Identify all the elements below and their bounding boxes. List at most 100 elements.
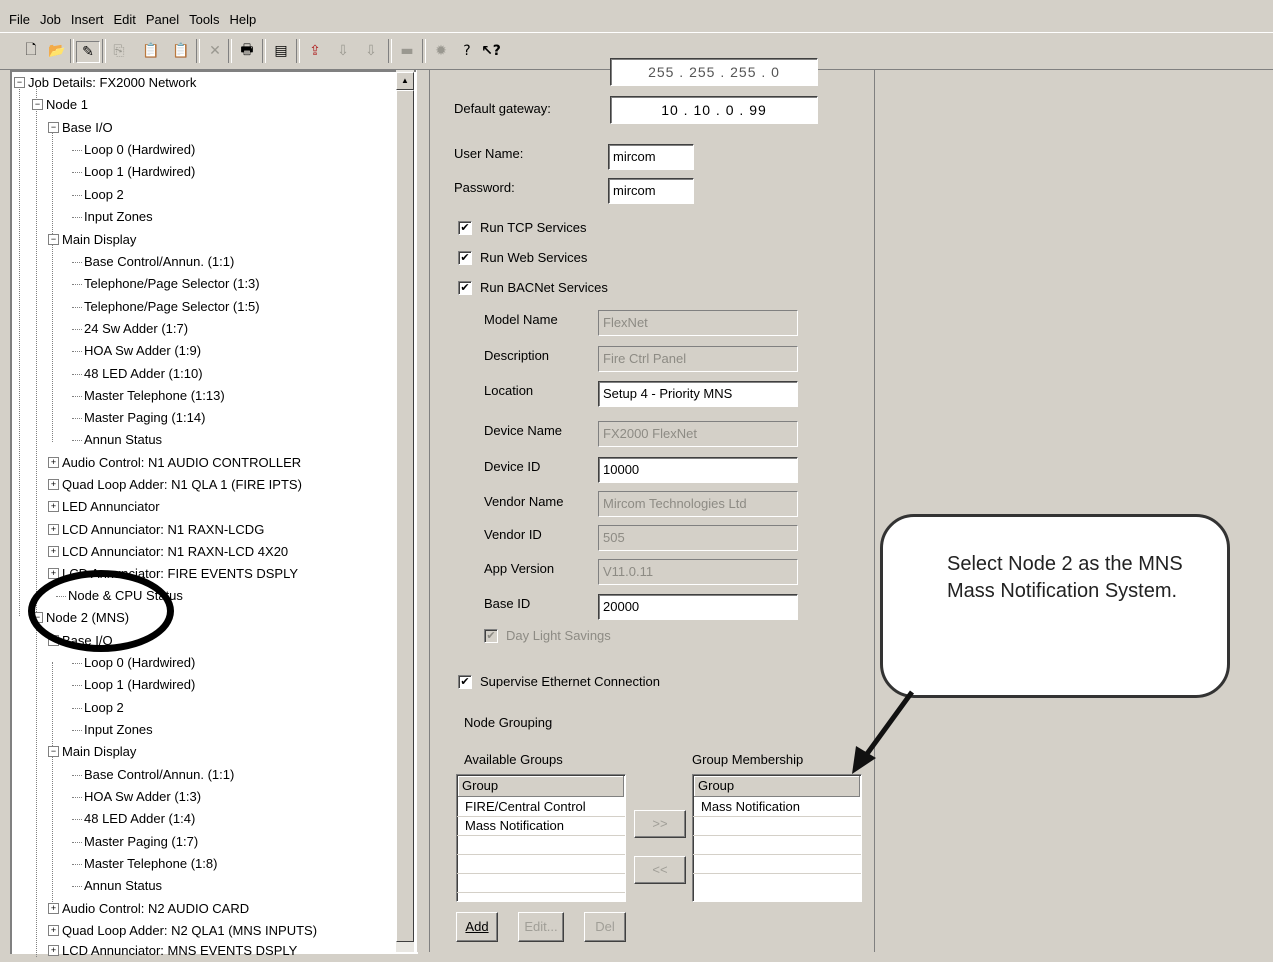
- tree-leaf[interactable]: HOA Sw Adder (1:9): [72, 340, 201, 362]
- scroll-up-icon[interactable]: ▲: [396, 72, 414, 90]
- panel-splitter[interactable]: [416, 70, 430, 952]
- group-membership-list[interactable]: Group Mass Notification: [692, 774, 862, 902]
- tree-root[interactable]: − Job Details: FX2000 Network: [14, 72, 196, 94]
- collapse-icon[interactable]: −: [48, 234, 59, 246]
- subnet-mask-field[interactable]: 255 . 255 . 255 . 0: [610, 58, 818, 86]
- tcp-services-checkbox[interactable]: ✔ Run TCP Services: [458, 220, 586, 235]
- add-group-button[interactable]: Add: [456, 912, 498, 942]
- tree-leaf[interactable]: Annun Status: [72, 875, 162, 897]
- tree-leaf[interactable]: Input Zones: [72, 719, 153, 741]
- bacnet-services-checkbox[interactable]: ✔ Run BACNet Services: [458, 280, 608, 295]
- expand-icon[interactable]: +: [48, 457, 59, 469]
- tree-leaf[interactable]: Telephone/Page Selector (1:3): [72, 273, 260, 295]
- scroll-thumb[interactable]: [396, 90, 414, 942]
- edit-icon[interactable]: ✎: [76, 41, 100, 63]
- available-groups-list[interactable]: Group FIRE/Central Control Mass Notifica…: [456, 774, 626, 902]
- tree-led-annunciator[interactable]: + LED Annunciator: [48, 496, 160, 518]
- properties-icon[interactable]: ▤: [270, 41, 292, 61]
- web-services-checkbox[interactable]: ✔ Run Web Services: [458, 250, 587, 265]
- expand-icon[interactable]: +: [48, 945, 59, 957]
- expand-icon[interactable]: +: [48, 925, 59, 937]
- list-item[interactable]: Mass Notification: [693, 798, 861, 817]
- tree-lcd-annunciator[interactable]: + LCD Annunciator: MNS EVENTS DSPLY: [48, 940, 297, 962]
- tree-node-1[interactable]: − Node 1: [32, 94, 88, 116]
- move-left-button[interactable]: <<: [634, 856, 686, 884]
- tree-leaf[interactable]: Loop 0 (Hardwired): [72, 652, 195, 674]
- tree-leaf[interactable]: Loop 1 (Hardwired): [72, 161, 195, 183]
- tree-leaf[interactable]: Master Telephone (1:13): [72, 385, 225, 407]
- paste-icon[interactable]: 📋: [140, 41, 162, 61]
- tree-leaf[interactable]: 48 LED Adder (1:10): [72, 363, 203, 385]
- move-right-button[interactable]: >>: [634, 810, 686, 838]
- download-all-icon[interactable]: ⇩: [360, 41, 382, 61]
- edit-group-button[interactable]: Edit...: [518, 912, 564, 942]
- location-field[interactable]: Setup 4 - Priority MNS: [598, 381, 798, 407]
- menu-file[interactable]: File: [4, 12, 35, 27]
- tree-leaf[interactable]: Master Paging (1:14): [72, 407, 205, 429]
- gateway-field[interactable]: 10 . 10 . 0 . 99: [610, 96, 818, 124]
- tree-leaf[interactable]: Base Control/Annun. (1:1): [72, 251, 234, 273]
- paste-special-icon[interactable]: 📋: [170, 41, 192, 61]
- collapse-icon[interactable]: −: [32, 99, 43, 111]
- collapse-icon[interactable]: −: [48, 122, 59, 134]
- settings-icon[interactable]: ✹: [430, 41, 452, 61]
- username-field[interactable]: mircom: [608, 144, 694, 170]
- open-icon[interactable]: 📂: [46, 41, 68, 61]
- delete-icon[interactable]: ✕: [204, 41, 226, 61]
- delete-group-button[interactable]: Del: [584, 912, 626, 942]
- tree-lcd-annunciator[interactable]: + LCD Annunciator: N1 RAXN-LCDG: [48, 519, 264, 541]
- tree-quad-loop[interactable]: + Quad Loop Adder: N1 QLA 1 (FIRE IPTS): [48, 474, 302, 496]
- tree-main-display[interactable]: − Main Display: [48, 741, 136, 763]
- expand-icon[interactable]: +: [48, 524, 59, 536]
- menu-job[interactable]: Job: [35, 12, 66, 27]
- tree-lcd-annunciator[interactable]: + LCD Annunciator: N1 RAXN-LCD 4X20: [48, 541, 288, 563]
- tree-leaf[interactable]: Master Telephone (1:8): [72, 853, 217, 875]
- tree-leaf[interactable]: 48 LED Adder (1:4): [72, 808, 195, 830]
- supervise-ethernet-checkbox[interactable]: ✔ Supervise Ethernet Connection: [458, 674, 660, 689]
- list-item[interactable]: Mass Notification: [457, 817, 625, 836]
- password-field[interactable]: mircom: [608, 178, 694, 204]
- tree-audio-control[interactable]: + Audio Control: N2 AUDIO CARD: [48, 898, 249, 920]
- tree-leaf[interactable]: Master Paging (1:7): [72, 831, 198, 853]
- expand-icon[interactable]: +: [48, 546, 59, 558]
- tree-leaf[interactable]: Telephone/Page Selector (1:5): [72, 296, 260, 318]
- copy-icon[interactable]: ⎘: [108, 41, 130, 61]
- compile-icon[interactable]: ▬: [396, 41, 418, 61]
- tree-main-display[interactable]: − Main Display: [48, 229, 136, 251]
- menu-help[interactable]: Help: [224, 12, 261, 27]
- collapse-icon[interactable]: −: [14, 77, 25, 89]
- upload-icon[interactable]: ⇪: [304, 41, 326, 61]
- tree-base-io[interactable]: − Base I/O: [48, 117, 113, 139]
- tree-leaf[interactable]: 24 Sw Adder (1:7): [72, 318, 188, 340]
- device-id-field[interactable]: 10000: [598, 457, 798, 483]
- list-item-empty: [693, 855, 861, 874]
- menu-panel[interactable]: Panel: [141, 12, 184, 27]
- menu-tools[interactable]: Tools: [184, 12, 224, 27]
- menu-edit[interactable]: Edit: [108, 12, 140, 27]
- tree-leaf[interactable]: Input Zones: [72, 206, 153, 228]
- tree-leaf[interactable]: Annun Status: [72, 429, 162, 451]
- context-help-icon[interactable]: ↖?: [480, 41, 502, 61]
- expand-icon[interactable]: +: [48, 479, 59, 491]
- collapse-icon[interactable]: −: [48, 746, 59, 758]
- group-column-header[interactable]: Group: [694, 776, 860, 797]
- tree-leaf[interactable]: Loop 0 (Hardwired): [72, 139, 195, 161]
- menu-insert[interactable]: Insert: [66, 12, 109, 27]
- tree-quad-loop[interactable]: + Quad Loop Adder: N2 QLA1 (MNS INPUTS): [48, 920, 317, 942]
- download-icon[interactable]: ⇩: [332, 41, 354, 61]
- print-icon[interactable]: 🖶: [236, 41, 258, 61]
- base-id-field[interactable]: 20000: [598, 594, 798, 620]
- list-item[interactable]: FIRE/Central Control: [457, 798, 625, 817]
- expand-icon[interactable]: +: [48, 903, 59, 915]
- tree-leaf[interactable]: Loop 2: [72, 184, 124, 206]
- tree-leaf[interactable]: Loop 2: [72, 697, 124, 719]
- tree-audio-control[interactable]: + Audio Control: N1 AUDIO CONTROLLER: [48, 452, 301, 474]
- group-column-header[interactable]: Group: [458, 776, 624, 797]
- expand-icon[interactable]: +: [48, 501, 59, 513]
- tree-scrollbar[interactable]: ▲: [396, 70, 414, 952]
- tree-leaf[interactable]: Loop 1 (Hardwired): [72, 674, 195, 696]
- tree-leaf[interactable]: Base Control/Annun. (1:1): [72, 764, 234, 786]
- new-icon[interactable]: 🗋: [20, 41, 42, 61]
- tree-leaf[interactable]: HOA Sw Adder (1:3): [72, 786, 201, 808]
- help-icon[interactable]: ?: [456, 41, 478, 61]
